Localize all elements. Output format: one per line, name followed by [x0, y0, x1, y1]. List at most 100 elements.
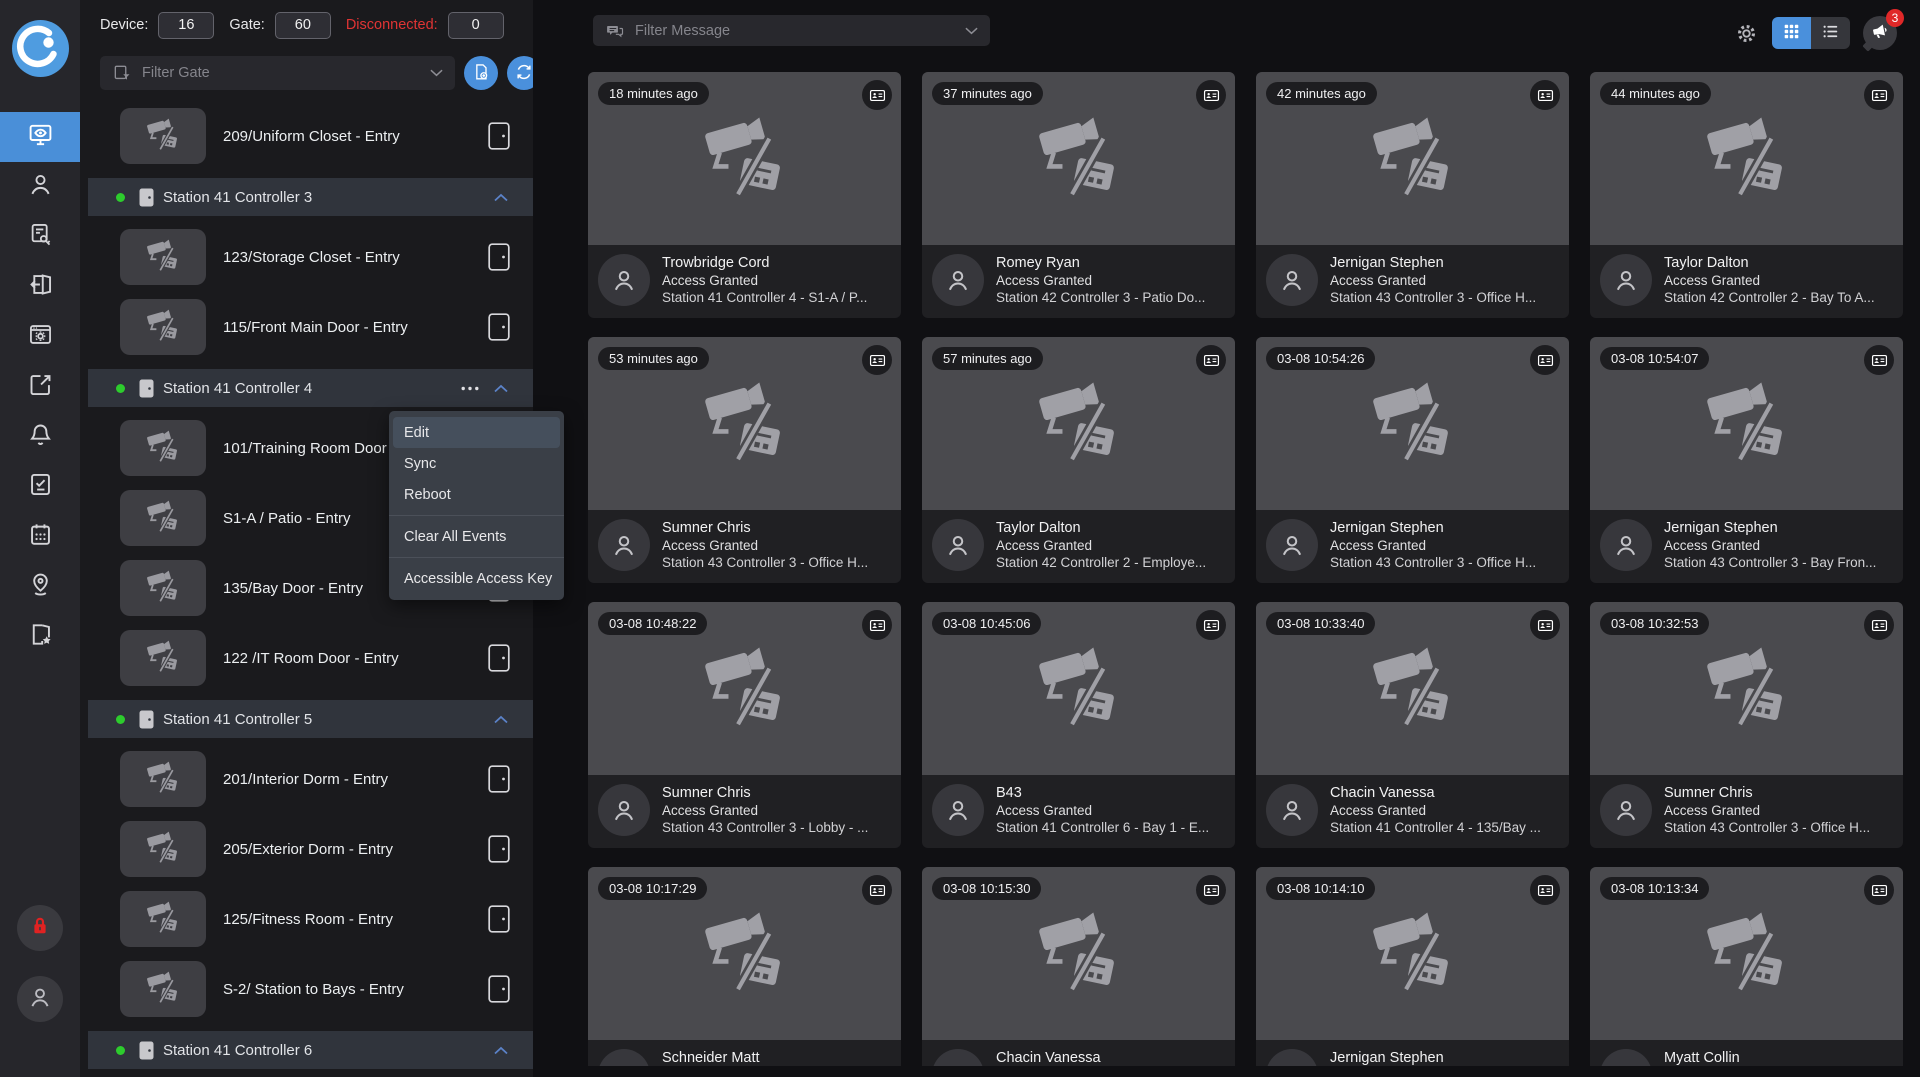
gate-row[interactable]: 201/Interior Dorm - Entry	[88, 751, 533, 807]
gate-row[interactable]: 122 /IT Room Door - Entry	[88, 630, 533, 686]
id-card-button[interactable]	[1196, 875, 1226, 905]
refresh-button[interactable]	[507, 56, 533, 90]
grid-view-button[interactable]	[1772, 17, 1811, 49]
id-card-button[interactable]	[1864, 875, 1894, 905]
door-icon[interactable]	[488, 905, 510, 933]
collapse-all-button[interactable]	[464, 56, 498, 90]
event-time: 44 minutes ago	[1600, 82, 1711, 105]
gate-name: 123/Storage Closet - Entry	[223, 249, 400, 266]
sidebar-item-personnel[interactable]	[0, 162, 80, 212]
gate-row[interactable]: S-2/ Station to Bays - Entry	[88, 961, 533, 1017]
controller-header[interactable]: Station 41 Controller 6	[88, 1031, 533, 1069]
sidebar-item-applications[interactable]	[0, 312, 80, 362]
gate-row[interactable]: 125/Fitness Room - Entry	[88, 891, 533, 947]
id-card-button[interactable]	[862, 875, 892, 905]
event-card[interactable]: 03-08 10:54:26 Jernigan Stephen Access G…	[1256, 337, 1569, 583]
id-card-button[interactable]	[1530, 345, 1560, 375]
id-card-button[interactable]	[1530, 875, 1560, 905]
context-menu-item[interactable]: Reboot	[393, 479, 560, 510]
event-card[interactable]: 03-08 10:45:06 B43 Access Granted Statio…	[922, 602, 1235, 848]
id-card-button[interactable]	[862, 610, 892, 640]
id-card-button[interactable]	[1530, 610, 1560, 640]
door-icon[interactable]	[488, 243, 510, 271]
location-pin-icon	[27, 571, 54, 603]
id-card-button[interactable]	[1530, 80, 1560, 110]
event-card[interactable]: 03-08 10:48:22 Sumner Chris Access Grant…	[588, 602, 901, 848]
door-icon[interactable]	[488, 313, 510, 341]
camera-thumbnail[interactable]	[120, 630, 206, 686]
id-card-button[interactable]	[1196, 80, 1226, 110]
controller-name: Station 41 Controller 5	[163, 711, 312, 728]
event-card[interactable]: 03-08 10:14:10 Jernigan Stephen	[1256, 867, 1569, 1066]
context-menu-item[interactable]: Accessible Access Key	[393, 563, 560, 594]
camera-thumbnail[interactable]	[120, 751, 206, 807]
event-card[interactable]: 44 minutes ago Taylor Dalton Access Gran…	[1590, 72, 1903, 318]
lockdown-button[interactable]	[17, 905, 63, 951]
camera-thumbnail[interactable]	[120, 891, 206, 947]
event-card[interactable]: 03-08 10:33:40 Chacin Vanessa Access Gra…	[1256, 602, 1569, 848]
door-icon[interactable]	[488, 835, 510, 863]
sidebar-item-vip-access[interactable]	[0, 612, 80, 662]
id-card-button[interactable]	[1196, 610, 1226, 640]
settings-gear-icon[interactable]	[1734, 21, 1759, 46]
gate-row[interactable]: 205/Exterior Dorm - Entry	[88, 821, 533, 877]
user-profile-button[interactable]	[17, 976, 63, 1022]
chevron-up-icon[interactable]	[494, 1046, 508, 1055]
door-icon[interactable]	[488, 765, 510, 793]
camera-thumbnail[interactable]	[120, 420, 206, 476]
sidebar-item-schedule[interactable]	[0, 512, 80, 562]
event-card[interactable]: 03-08 10:54:07 Jernigan Stephen Access G…	[1590, 337, 1903, 583]
list-view-button[interactable]	[1811, 17, 1850, 49]
sidebar-item-credentials[interactable]	[0, 212, 80, 262]
sidebar-item-locations[interactable]	[0, 562, 80, 612]
sidebar-item-notifications[interactable]	[0, 412, 80, 462]
sidebar-item-access-entry[interactable]	[0, 262, 80, 312]
camera-thumbnail[interactable]	[120, 490, 206, 546]
event-card[interactable]: 03-08 10:32:53 Sumner Chris Access Grant…	[1590, 602, 1903, 848]
id-card-button[interactable]	[1196, 345, 1226, 375]
filter-message-select[interactable]: Filter Message	[593, 15, 990, 46]
id-card-button[interactable]	[862, 80, 892, 110]
id-card-button[interactable]	[1864, 610, 1894, 640]
controller-header[interactable]: Station 41 Controller 4	[88, 369, 533, 407]
app-logo[interactable]	[12, 20, 69, 77]
event-card[interactable]: 53 minutes ago Sumner Chris Access Grant…	[588, 337, 901, 583]
door-icon[interactable]	[488, 644, 510, 672]
event-card[interactable]: 03-08 10:17:29 Schneider Matt	[588, 867, 901, 1066]
gate-row[interactable]: 123/Storage Closet - Entry	[88, 229, 533, 285]
chevron-up-icon[interactable]	[494, 384, 508, 393]
context-menu-item[interactable]: Sync	[393, 448, 560, 479]
chevron-up-icon[interactable]	[494, 715, 508, 724]
gate-row[interactable]: 115/Front Main Door - Entry	[88, 299, 533, 355]
controller-header[interactable]: Station 41 Controller 3	[88, 178, 533, 216]
filter-gate-select[interactable]: Filter Gate	[100, 56, 455, 90]
event-card[interactable]: 03-08 10:13:34 Myatt Collin	[1590, 867, 1903, 1066]
sidebar-item-live-monitoring[interactable]	[0, 112, 80, 162]
camera-thumbnail[interactable]	[120, 229, 206, 285]
context-menu-item[interactable]: Clear All Events	[393, 521, 560, 552]
camera-thumbnail[interactable]	[120, 821, 206, 877]
event-card[interactable]: 18 minutes ago Trowbridge Cord Access Gr…	[588, 72, 901, 318]
event-card[interactable]: 37 minutes ago Romey Ryan Access Granted…	[922, 72, 1235, 318]
id-card-button[interactable]	[862, 345, 892, 375]
door-icon[interactable]	[488, 975, 510, 1003]
door-icon[interactable]	[488, 122, 510, 150]
announcements-button[interactable]: 3	[1863, 16, 1897, 50]
event-card[interactable]: 42 minutes ago Jernigan Stephen Access G…	[1256, 72, 1569, 318]
camera-thumbnail[interactable]	[120, 108, 206, 164]
sidebar-item-tasks[interactable]	[0, 462, 80, 512]
camera-thumbnail[interactable]	[120, 299, 206, 355]
camera-thumbnail[interactable]	[120, 560, 206, 616]
sidebar-item-export[interactable]	[0, 362, 80, 412]
id-card-button[interactable]	[1864, 80, 1894, 110]
event-card[interactable]: 57 minutes ago Taylor Dalton Access Gran…	[922, 337, 1235, 583]
gate-row[interactable]: 209/Uniform Closet - Entry	[88, 108, 533, 164]
chevron-up-icon[interactable]	[494, 193, 508, 202]
camera-thumbnail[interactable]	[120, 961, 206, 1017]
context-menu-item[interactable]: Edit	[393, 417, 560, 448]
more-options-icon[interactable]	[461, 386, 479, 391]
event-card[interactable]: 03-08 10:15:30 Chacin Vanessa	[922, 867, 1235, 1066]
controller-header[interactable]: Station 41 Controller 5	[88, 700, 533, 738]
share-icon	[27, 371, 54, 403]
id-card-button[interactable]	[1864, 345, 1894, 375]
